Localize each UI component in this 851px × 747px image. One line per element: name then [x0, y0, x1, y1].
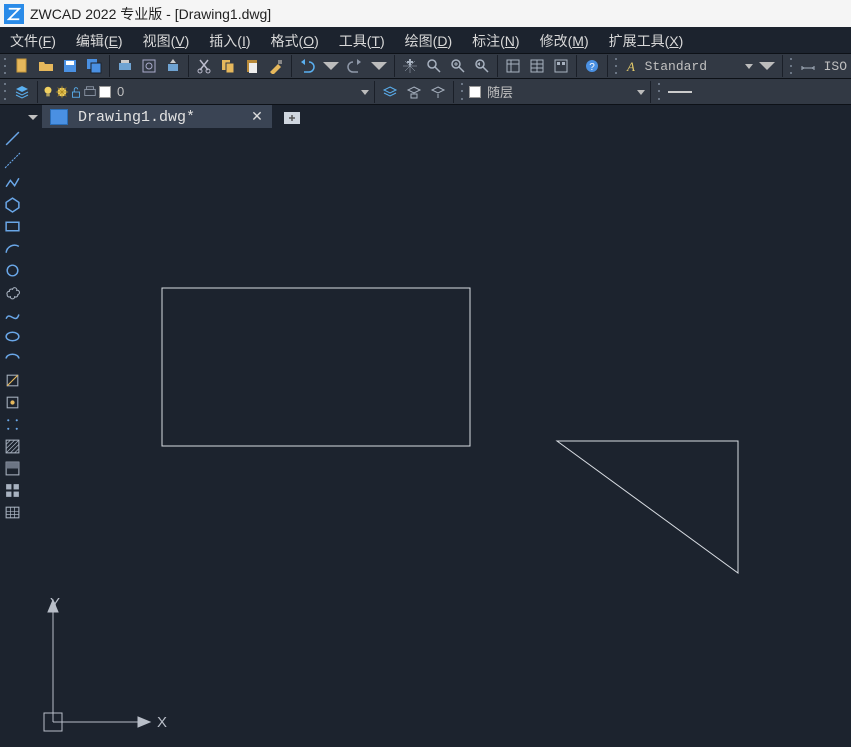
ellipse-tool-icon[interactable]	[2, 327, 22, 345]
region-tool-icon[interactable]	[2, 481, 22, 499]
zoom-window-icon[interactable]	[447, 55, 469, 77]
undo-icon[interactable]	[296, 55, 318, 77]
tab-title: Drawing1.dwg*	[78, 109, 195, 126]
document-tab[interactable]: Drawing1.dwg* ✕	[42, 105, 272, 129]
close-tab-icon[interactable]: ✕	[250, 110, 264, 124]
undo-dropdown-icon[interactable]	[320, 55, 342, 77]
spline-tool-icon[interactable]	[2, 305, 22, 323]
freeze-icon	[55, 85, 69, 99]
polyline-tool-icon[interactable]	[2, 173, 22, 191]
cut-icon[interactable]	[193, 55, 215, 77]
layer-color-swatch	[99, 86, 111, 98]
zoom-realtime-icon[interactable]	[423, 55, 445, 77]
drawn-triangle	[557, 441, 738, 573]
grip-icon[interactable]	[613, 55, 619, 77]
saveall-icon[interactable]	[83, 55, 105, 77]
layer-manager-icon[interactable]	[11, 81, 33, 103]
ucs-x-label: X	[157, 714, 167, 731]
ucs-y-label: Y	[50, 595, 60, 612]
menu-format[interactable]: 格式(O)	[261, 27, 329, 53]
layer-dropdown[interactable]: 0	[41, 81, 371, 103]
layer-toolbar: 0 随层	[0, 79, 851, 105]
grip-icon[interactable]	[2, 55, 8, 77]
bulb-on-icon	[41, 85, 55, 99]
gradient-tool-icon[interactable]	[2, 459, 22, 477]
design-center-icon[interactable]	[526, 55, 548, 77]
ellipse-arc-icon[interactable]	[2, 349, 22, 367]
revcloud-tool-icon[interactable]	[2, 283, 22, 301]
grip-icon[interactable]	[2, 81, 8, 103]
menu-edit[interactable]: 编辑(E)	[66, 27, 133, 53]
pan-icon[interactable]	[399, 55, 421, 77]
menu-annotate[interactable]: 标注(N)	[462, 27, 529, 53]
table-tool-icon[interactable]	[2, 503, 22, 521]
publish-icon[interactable]	[162, 55, 184, 77]
app-icon	[4, 4, 24, 24]
window-title: ZWCAD 2022 专业版 - [Drawing1.dwg]	[30, 4, 271, 24]
help-icon[interactable]: ?	[581, 55, 603, 77]
dwg-file-icon	[50, 109, 68, 125]
layer-previous-icon[interactable]	[379, 81, 401, 103]
print-icon[interactable]	[114, 55, 136, 77]
menu-file[interactable]: 文件(F)	[0, 27, 66, 53]
color-swatch	[469, 86, 481, 98]
redo-dropdown-icon[interactable]	[368, 55, 390, 77]
redo-icon[interactable]	[344, 55, 366, 77]
layer-iso-icon[interactable]	[427, 81, 449, 103]
textstyle-dropdown[interactable]: Standard	[645, 55, 755, 77]
color-bylayer-dropdown[interactable]: 随层	[467, 81, 647, 103]
current-layer-name: 0	[117, 84, 124, 99]
new-file-icon[interactable]	[11, 55, 33, 77]
tab-list-dropdown-icon[interactable]	[24, 105, 42, 129]
grip-icon[interactable]	[656, 81, 662, 103]
menubar: 文件(F) 编辑(E) 视图(V) 插入(I) 格式(O) 工具(T) 绘图(D…	[0, 27, 851, 53]
menu-draw[interactable]: 绘图(D)	[395, 27, 462, 53]
polygon-tool-icon[interactable]	[2, 195, 22, 213]
hatch-tool-icon[interactable]	[2, 437, 22, 455]
new-tab-button[interactable]	[278, 105, 306, 129]
document-tabbar: Drawing1.dwg* ✕	[0, 105, 851, 129]
save-icon[interactable]	[59, 55, 81, 77]
titlebar: ZWCAD 2022 专业版 - [Drawing1.dwg]	[0, 0, 851, 27]
grip-icon[interactable]	[788, 55, 794, 77]
standard-toolbar: ? A Standard ISO	[0, 53, 851, 79]
ucs-icon	[44, 600, 150, 731]
copy-icon[interactable]	[217, 55, 239, 77]
zoom-previous-icon[interactable]	[471, 55, 493, 77]
dimstyle-label: ISO	[820, 55, 851, 77]
menu-view[interactable]: 视图(V)	[133, 27, 200, 53]
grip-icon[interactable]	[459, 81, 465, 103]
plot-icon	[83, 85, 97, 99]
paste-icon[interactable]	[241, 55, 263, 77]
open-file-icon[interactable]	[35, 55, 57, 77]
svg-text:?: ?	[589, 62, 595, 73]
make-block-icon[interactable]	[2, 393, 22, 411]
dimstyle-icon[interactable]	[797, 55, 819, 77]
drawn-rectangle	[162, 288, 470, 446]
drawing-canvas[interactable]: Y X	[26, 128, 851, 744]
line-tool-icon[interactable]	[2, 129, 22, 147]
textstyle-dropdown-arrow-icon[interactable]	[756, 55, 778, 77]
construction-line-icon[interactable]	[2, 151, 22, 169]
textstyle-icon[interactable]: A	[622, 55, 644, 77]
properties-icon[interactable]	[502, 55, 524, 77]
svg-text:A: A	[626, 59, 635, 74]
menu-tools[interactable]: 工具(T)	[329, 27, 395, 53]
lock-open-icon	[69, 85, 83, 99]
circle-tool-icon[interactable]	[2, 261, 22, 279]
menu-insert[interactable]: 插入(I)	[199, 27, 260, 53]
rectangle-tool-icon[interactable]	[2, 217, 22, 235]
menu-modify[interactable]: 修改(M)	[530, 27, 599, 53]
layer-states-icon[interactable]	[403, 81, 425, 103]
point-tool-icon[interactable]	[2, 415, 22, 433]
print-preview-icon[interactable]	[138, 55, 160, 77]
match-props-icon[interactable]	[265, 55, 287, 77]
menu-extensions[interactable]: 扩展工具(X)	[599, 27, 694, 53]
draw-toolbar	[2, 129, 24, 521]
linetype-bylayer-dropdown[interactable]	[664, 88, 851, 96]
tool-palette-icon[interactable]	[550, 55, 572, 77]
insert-block-icon[interactable]	[2, 371, 22, 389]
arc-tool-icon[interactable]	[2, 239, 22, 257]
